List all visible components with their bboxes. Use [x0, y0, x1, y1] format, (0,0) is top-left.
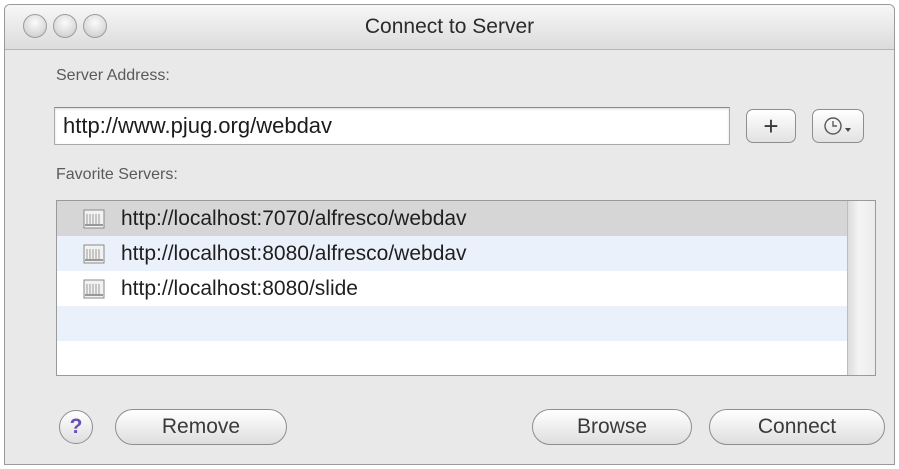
list-item[interactable]: http://localhost:8080/alfresco/webdav — [57, 236, 847, 271]
list-item[interactable]: http://localhost:8080/slide — [57, 271, 847, 306]
favorite-servers-list[interactable]: http://localhost:7070/alfresco/webdav ht… — [56, 200, 876, 376]
clock-icon — [824, 117, 851, 135]
remove-button[interactable]: Remove — [115, 409, 287, 445]
list-item-url: http://localhost:7070/alfresco/webdav — [121, 206, 467, 230]
title-bar: Connect to Server — [5, 5, 894, 50]
add-favorite-button[interactable]: + — [746, 109, 796, 143]
server-icon — [83, 244, 105, 263]
connect-button[interactable]: Connect — [709, 409, 885, 445]
empty-row — [57, 341, 847, 375]
server-icon — [83, 279, 105, 298]
list-item[interactable]: http://localhost:7070/alfresco/webdav — [57, 201, 847, 236]
list-item-url: http://localhost:8080/alfresco/webdav — [121, 241, 467, 265]
help-button[interactable]: ? — [59, 410, 93, 444]
list-scrollbar[interactable] — [847, 201, 875, 375]
window-title: Connect to Server — [364, 15, 535, 38]
recent-servers-button[interactable] — [812, 109, 864, 143]
server-icon — [83, 209, 105, 228]
server-address-label: Server Address: — [56, 67, 170, 84]
favorite-servers-label: Favorite Servers: — [56, 166, 178, 183]
empty-row — [57, 306, 847, 341]
server-address-input[interactable] — [54, 107, 730, 145]
list-item-url: http://localhost:8080/slide — [121, 276, 358, 300]
connect-to-server-window: Connect to Server Server Address: + Favo… — [4, 4, 895, 465]
browse-button[interactable]: Browse — [532, 409, 692, 445]
